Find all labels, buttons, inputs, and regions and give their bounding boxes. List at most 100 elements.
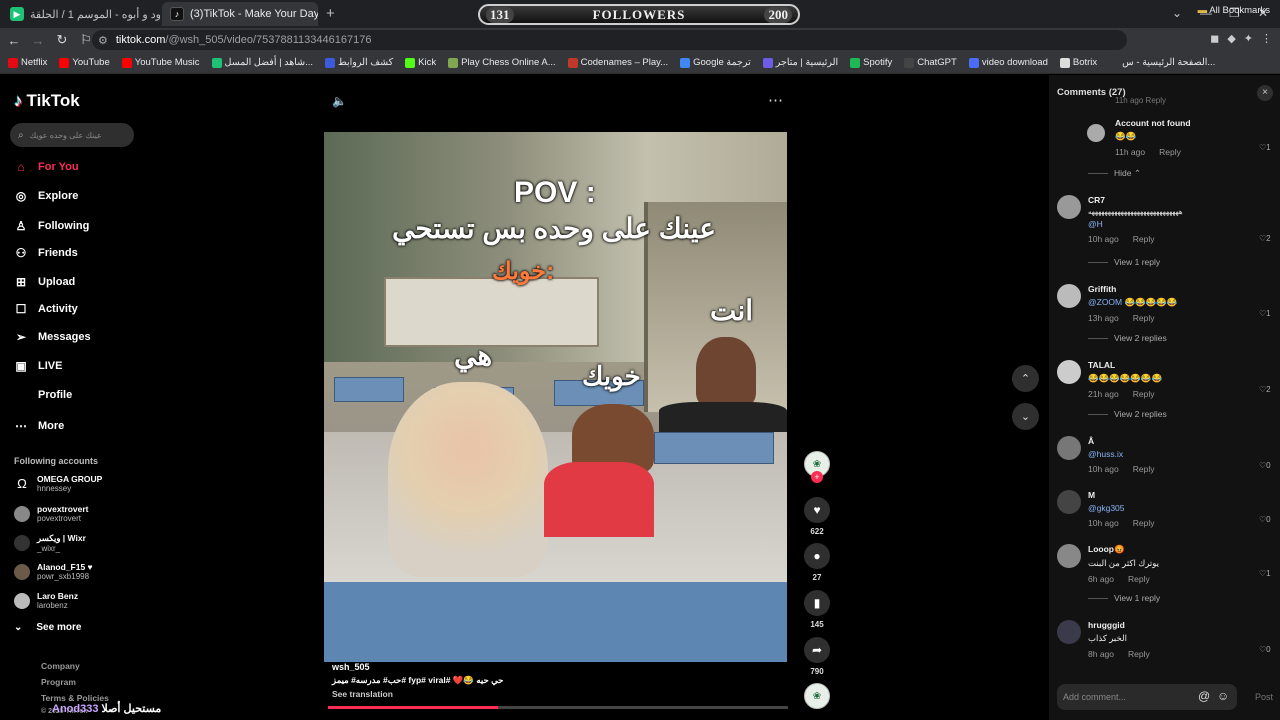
video-hashtags[interactable]: حب# مدرسه# ميمز# fyp# viral# ❤️😂 حي حيه <box>332 675 503 686</box>
avatar[interactable] <box>1057 436 1081 460</box>
bookmark-item[interactable]: video download <box>968 57 1048 68</box>
bookmark-item[interactable]: YouTube Music <box>121 57 200 68</box>
share-button[interactable]: ➦ 790 <box>803 637 831 676</box>
nav-live[interactable]: ▣ LIVE <box>14 359 62 373</box>
bookmark-item[interactable]: Google ترجمة <box>680 57 751 68</box>
bookmark-item[interactable]: الصفحة الرئيسية - س... <box>1109 57 1215 68</box>
account-item[interactable]: Laro Benz larobenz <box>14 591 78 610</box>
account-item[interactable]: Ω OMEGA GROUP hnnessey <box>14 474 102 493</box>
comment-like[interactable]: ♡0 <box>1259 461 1271 470</box>
comment-like[interactable]: ♡0 <box>1259 645 1271 654</box>
comment-mention[interactable]: @gkg305 <box>1088 503 1125 513</box>
close-comments-button[interactable]: × <box>1257 85 1273 101</box>
avatar[interactable] <box>1057 544 1081 568</box>
comment-mention[interactable]: @huss.ix <box>1088 449 1123 459</box>
tab-search-icon[interactable]: ⌄ <box>1172 6 1182 20</box>
site-info-icon[interactable]: ⚙ <box>98 34 108 47</box>
comment-author[interactable]: hrugggid <box>1088 620 1268 630</box>
nav-following[interactable]: ♙ Following <box>14 219 90 233</box>
tiktok-logo[interactable]: ♪ TikTok <box>14 91 80 111</box>
like-button[interactable]: ♥ 622 <box>803 497 831 536</box>
view-replies-button[interactable]: View 2 replies <box>1088 409 1167 419</box>
video-progress-bar[interactable] <box>328 706 788 709</box>
emoji-icon[interactable]: ☺ <box>1217 689 1229 703</box>
reply-button[interactable]: Reply <box>1133 518 1155 528</box>
bookmark-item[interactable]: الرئيسية | متاجر <box>762 57 838 68</box>
view-replies-button[interactable]: View 1 reply <box>1088 593 1160 603</box>
nav-upload[interactable]: ⊞ Upload <box>14 275 75 289</box>
more-options-icon[interactable]: ⋯ <box>768 91 783 109</box>
footer-program[interactable]: Program <box>41 677 76 687</box>
footer-company[interactable]: Company <box>41 661 80 671</box>
follow-plus-icon[interactable]: + <box>811 471 823 483</box>
video-player[interactable]: POV : عينك على وحده بس تستحي خويك: انت ه… <box>324 132 787 662</box>
bookmark-item[interactable]: Netflix <box>8 57 47 68</box>
post-button[interactable]: Post <box>1255 692 1273 702</box>
comment-like[interactable]: ♡2 <box>1259 385 1271 394</box>
tab-tiktok[interactable]: ♪ (3)TikTok - Make Your Day ✕ <box>162 2 318 26</box>
avatar[interactable] <box>1057 284 1081 308</box>
new-tab-button[interactable]: + <box>326 5 335 22</box>
comment-button[interactable]: ● 27 <box>803 543 831 582</box>
bookmark-item[interactable]: YouTube <box>59 57 110 68</box>
bookmark-item[interactable]: Kick <box>405 57 436 68</box>
comment-mention[interactable]: @H <box>1088 219 1103 229</box>
hide-replies-button[interactable]: Hide ⌃ <box>1088 168 1141 179</box>
nav-more[interactable]: ⋯ More <box>14 419 64 433</box>
bookmark-item[interactable]: Spotify <box>850 57 892 68</box>
bookmark-item[interactable]: Codenames – Play... <box>567 57 668 68</box>
sound-avatar-button[interactable]: ❀ <box>803 683 831 709</box>
comment-mention[interactable]: @ZOOM <box>1088 297 1122 307</box>
save-button[interactable]: ▮ 145 <box>803 590 831 629</box>
avatar[interactable] <box>1057 620 1081 644</box>
comment-author[interactable]: M <box>1088 490 1268 500</box>
reply-button[interactable]: Reply <box>1128 649 1150 659</box>
nav-explore[interactable]: ◎ Explore <box>14 189 79 203</box>
comment-author[interactable]: Â <box>1088 436 1268 446</box>
reply-button[interactable]: Reply <box>1159 147 1181 157</box>
previous-video-button[interactable]: ⌃ <box>1012 365 1039 392</box>
volume-icon[interactable]: 🔈 <box>332 94 347 108</box>
bookmark-item[interactable]: Botrix <box>1059 57 1097 68</box>
comment-author[interactable]: CR7 <box>1088 195 1268 205</box>
reply-button[interactable]: Reply <box>1128 574 1150 584</box>
next-video-button[interactable]: ⌄ <box>1012 403 1039 430</box>
bookmark-item[interactable]: كشف الروابط <box>325 57 393 68</box>
comment-author[interactable]: Griffith <box>1088 284 1268 294</box>
reply-button[interactable]: Reply <box>1133 389 1155 399</box>
forward-icon[interactable]: → <box>28 33 48 48</box>
extension-icon[interactable]: ◼ <box>1210 32 1219 45</box>
reply-button[interactable]: Reply <box>1133 464 1155 474</box>
see-more-button[interactable]: ⌄ See more <box>14 622 81 633</box>
comment-like[interactable]: ♡0 <box>1259 515 1271 524</box>
nav-activity[interactable]: ☐ Activity <box>14 302 78 316</box>
comment-author[interactable]: Looop😡 <box>1088 544 1268 555</box>
tab-shahid[interactable]: ▶ شاهد حمود و أبوه - الموسم 1 / الحلقة <box>2 2 160 26</box>
nav-messages[interactable]: ➢ Messages <box>14 330 91 344</box>
see-translation-link[interactable]: See translation <box>332 689 503 699</box>
avatar[interactable] <box>1057 490 1081 514</box>
mention-icon[interactable]: @ <box>1198 689 1210 703</box>
menu-icon[interactable]: ⋮ <box>1261 32 1272 45</box>
address-bar[interactable]: ⚙ tiktok.com/@wsh_505/video/753788113344… <box>92 30 1127 50</box>
account-item[interactable]: povextrovert povextrovert <box>14 504 89 523</box>
video-author[interactable]: wsh_505 <box>332 662 503 672</box>
comment-like[interactable]: ♡1 <box>1259 569 1271 578</box>
avatar[interactable] <box>1057 195 1081 219</box>
search-input[interactable]: ⌕ عينك على وحده عويك <box>10 123 134 147</box>
account-item[interactable]: Alanod_F15 ♥ powr_sxb1998 <box>14 562 93 581</box>
back-icon[interactable]: ← <box>4 33 24 48</box>
puzzle-icon[interactable]: ✦ <box>1244 32 1253 45</box>
nav-profile[interactable]: Profile <box>14 389 72 401</box>
bookmark-item[interactable]: ChatGPT <box>904 57 957 68</box>
bookmark-item[interactable]: شاهد | أفضل المسل... <box>211 57 313 68</box>
author-avatar-button[interactable]: ❀ + <box>803 451 831 483</box>
comment-like[interactable]: ♡2 <box>1259 234 1271 243</box>
avatar[interactable] <box>1057 360 1081 384</box>
comment-like[interactable]: ♡1 <box>1259 309 1271 318</box>
view-replies-button[interactable]: View 1 reply <box>1088 257 1160 267</box>
nav-for-you[interactable]: ⌂ For You <box>14 160 78 174</box>
extension-icon[interactable]: ◆ <box>1227 32 1235 45</box>
nav-friends[interactable]: ⚇ Friends <box>14 246 78 260</box>
reply-button[interactable]: Reply <box>1133 313 1155 323</box>
